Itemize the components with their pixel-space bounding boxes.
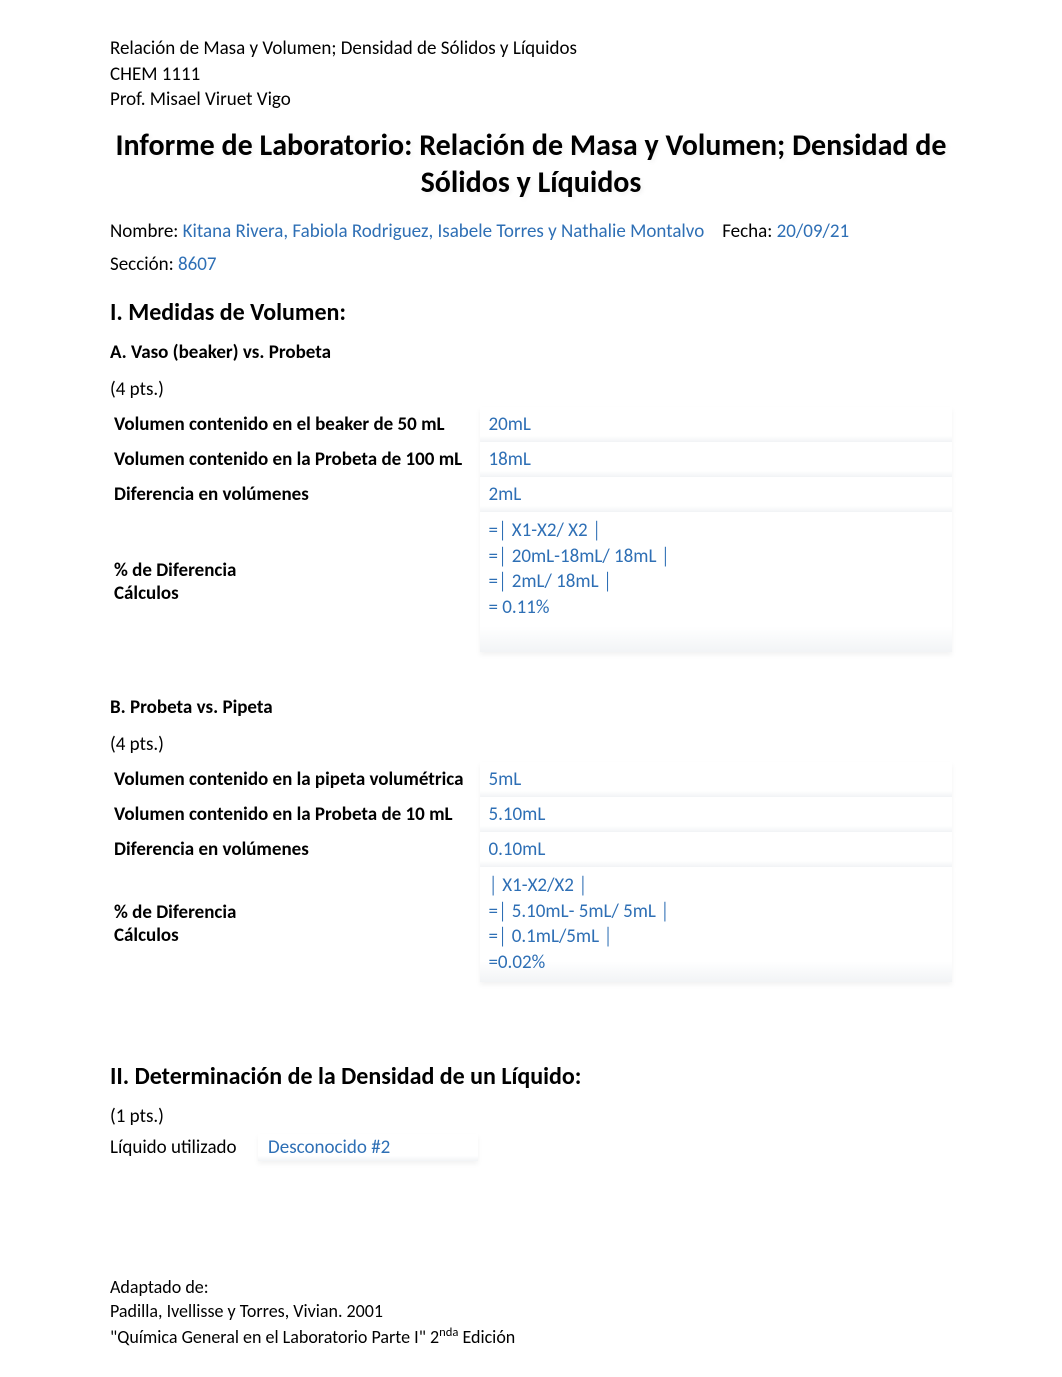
table-row: Volumen contenido en la pipeta volumétri… [110, 762, 952, 797]
table-part-a: Volumen contenido en el beaker de 50 mL … [110, 407, 952, 652]
header-line-1: Relación de Masa y Volumen; Densidad de … [110, 36, 952, 62]
calc-label-line: % de Diferencia [114, 901, 476, 924]
calc-line: =│ 0.1mL/5mL │ [488, 924, 948, 950]
row-label: Diferencia en volúmenes [110, 832, 480, 867]
row-value: 2mL [480, 477, 952, 512]
calc-line: =│ 20mL-18mL/ 18mL │ [488, 544, 948, 570]
calc-line: = 0.11% [488, 595, 948, 621]
section-1a-points: (4 pts.) [110, 378, 952, 401]
row-label: Diferencia en volúmenes [110, 477, 480, 512]
calc-value: =│ X1-X2/ X2 │ =│ 20mL-18mL/ 18mL │ =│ 2… [480, 512, 952, 652]
liquido-row: Líquido utilizado Desconocido #2 [110, 1134, 952, 1161]
fecha-value: 20/09/21 [777, 220, 849, 243]
section-1b-points: (4 pts.) [110, 733, 952, 756]
row-label: Volumen contenido en la Probeta de 10 mL [110, 797, 480, 832]
row-value: 0.10mL [480, 832, 952, 867]
section-1a-heading: A. Vaso (beaker) vs. Probeta [110, 341, 952, 364]
footer-text: Edición [458, 1326, 515, 1348]
calc-line: =│ 5.10mL- 5mL/ 5mL │ [488, 899, 948, 925]
calc-line: │ X1-X2/X2 │ [488, 873, 948, 899]
row-value: 5mL [480, 762, 952, 797]
nombre-label: Nombre: [110, 220, 183, 243]
section-1-heading: I. Medidas de Volumen: [110, 298, 952, 327]
table-row: Volumen contenido en el beaker de 50 mL … [110, 407, 952, 442]
section-2-heading: II. Determinación de la Densidad de un L… [110, 1062, 952, 1091]
calc-label-line: Cálculos [114, 582, 476, 605]
fecha-label: Fecha: [722, 220, 776, 243]
table-row: Volumen contenido en la Probeta de 100 m… [110, 442, 952, 477]
row-value: 5.10mL [480, 797, 952, 832]
footer-superscript: nda [439, 1325, 458, 1340]
info-row-seccion: Sección: 8607 [110, 253, 952, 276]
table-row: Diferencia en volúmenes 0.10mL [110, 832, 952, 867]
calc-label: % de Diferencia Cálculos [110, 867, 480, 982]
row-label: Volumen contenido en la pipeta volumétri… [110, 762, 480, 797]
footer-line-2: Padilla, Ivellisse y Torres, Vivian. 200… [110, 1299, 952, 1323]
section-1b-heading: B. Probeta vs. Pipeta [110, 696, 952, 719]
table-row: Diferencia en volúmenes 2mL [110, 477, 952, 512]
footer-text: "Química General en el Laboratorio Parte… [110, 1326, 439, 1348]
calc-line: =0.02% [488, 950, 948, 976]
seccion-value: 8607 [178, 253, 217, 276]
header-line-3: Prof. Misael Viruet Vigo [110, 87, 952, 113]
header-line-2: CHEM 1111 [110, 62, 952, 88]
row-value: 18mL [480, 442, 952, 477]
calc-line: =│ 2mL/ 18mL │ [488, 569, 948, 595]
table-part-b: Volumen contenido en la pipeta volumétri… [110, 762, 952, 982]
table-row-calc: % de Diferencia Cálculos │ X1-X2/X2 │ =│… [110, 867, 952, 982]
section-2-points: (1 pts.) [110, 1105, 952, 1128]
calc-label: % de Diferencia Cálculos [110, 512, 480, 652]
calc-value: │ X1-X2/X2 │ =│ 5.10mL- 5mL/ 5mL │ =│ 0.… [480, 867, 952, 982]
footer-line-1: Adaptado de: [110, 1275, 952, 1299]
row-label: Volumen contenido en el beaker de 50 mL [110, 407, 480, 442]
calc-label-line: Cálculos [114, 924, 476, 947]
nombre-value: Kitana Rivera, Fabiola Rodriguez, Isabel… [183, 220, 705, 243]
document-header: Relación de Masa y Volumen; Densidad de … [110, 36, 952, 113]
info-row-nombre: Nombre: Kitana Rivera, Fabiola Rodriguez… [110, 220, 952, 243]
row-label: Volumen contenido en la Probeta de 100 m… [110, 442, 480, 477]
footer-line-3: "Química General en el Laboratorio Parte… [110, 1324, 952, 1349]
liquido-value: Desconocido #2 [258, 1134, 478, 1161]
document-footer: Adaptado de: Padilla, Ivellisse y Torres… [110, 1275, 952, 1349]
row-value: 20mL [480, 407, 952, 442]
liquido-label: Líquido utilizado [110, 1136, 237, 1159]
table-row-calc: % de Diferencia Cálculos =│ X1-X2/ X2 │ … [110, 512, 952, 652]
document-title: Informe de Laboratorio: Relación de Masa… [110, 127, 952, 202]
table-row: Volumen contenido en la Probeta de 10 mL… [110, 797, 952, 832]
seccion-label: Sección: [110, 253, 178, 276]
calc-label-line: % de Diferencia [114, 559, 476, 582]
calc-line: =│ X1-X2/ X2 │ [488, 518, 948, 544]
